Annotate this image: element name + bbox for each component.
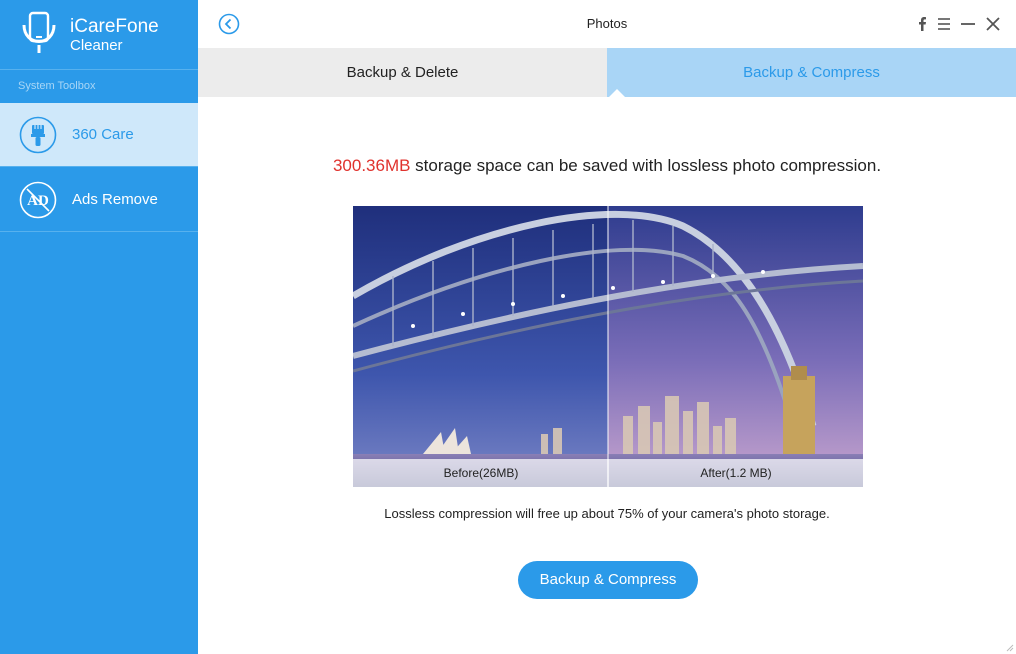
headline-text: storage space can be saved with lossless… xyxy=(410,156,882,175)
brush-icon xyxy=(19,116,57,154)
sidebar-item-360-care[interactable]: 360 Care xyxy=(0,103,198,167)
menu-icon[interactable] xyxy=(934,14,954,34)
minimize-icon[interactable] xyxy=(958,14,978,34)
sidebar-item-label: 360 Care xyxy=(72,126,134,143)
resize-grip-icon[interactable] xyxy=(1004,642,1014,652)
app-subtitle: Cleaner xyxy=(70,37,123,54)
savings-headline: 300.36MB storage space can be saved with… xyxy=(198,156,1016,176)
close-icon[interactable] xyxy=(983,14,1003,34)
backup-compress-button[interactable]: Backup & Compress xyxy=(518,561,698,599)
ad-block-icon: AD xyxy=(19,181,57,219)
tab-bar: Backup & Delete Backup & Compress xyxy=(198,48,1016,97)
before-label: Before(26MB) xyxy=(444,466,519,480)
after-label: After(1.2 MB) xyxy=(700,466,771,480)
sidebar: iCareFone Cleaner System Toolbox 360 Car… xyxy=(0,0,198,654)
tab-backup-compress[interactable]: Backup & Compress xyxy=(607,48,1016,97)
app-name: iCareFone xyxy=(70,16,159,37)
harbour-bridge-photo: Before(26MB) After(1.2 MB) xyxy=(353,206,863,487)
window-title: Photos xyxy=(586,16,628,31)
compression-comparison-image: Before(26MB) After(1.2 MB) xyxy=(353,206,863,487)
titlebar: Photos xyxy=(198,0,1016,48)
sidebar-item-ads-remove[interactable]: AD Ads Remove xyxy=(0,168,198,232)
sidebar-item-label: Ads Remove xyxy=(72,191,158,208)
saved-size: 300.36MB xyxy=(332,156,411,175)
compression-caption: Lossless compression will free up about … xyxy=(384,506,830,521)
active-tab-indicator xyxy=(608,89,626,98)
tab-backup-delete[interactable]: Backup & Delete xyxy=(198,48,607,97)
brand: iCareFone Cleaner xyxy=(0,0,198,70)
phone-stethoscope-icon xyxy=(22,11,56,53)
section-label: System Toolbox xyxy=(18,80,96,92)
facebook-icon[interactable] xyxy=(912,14,932,34)
